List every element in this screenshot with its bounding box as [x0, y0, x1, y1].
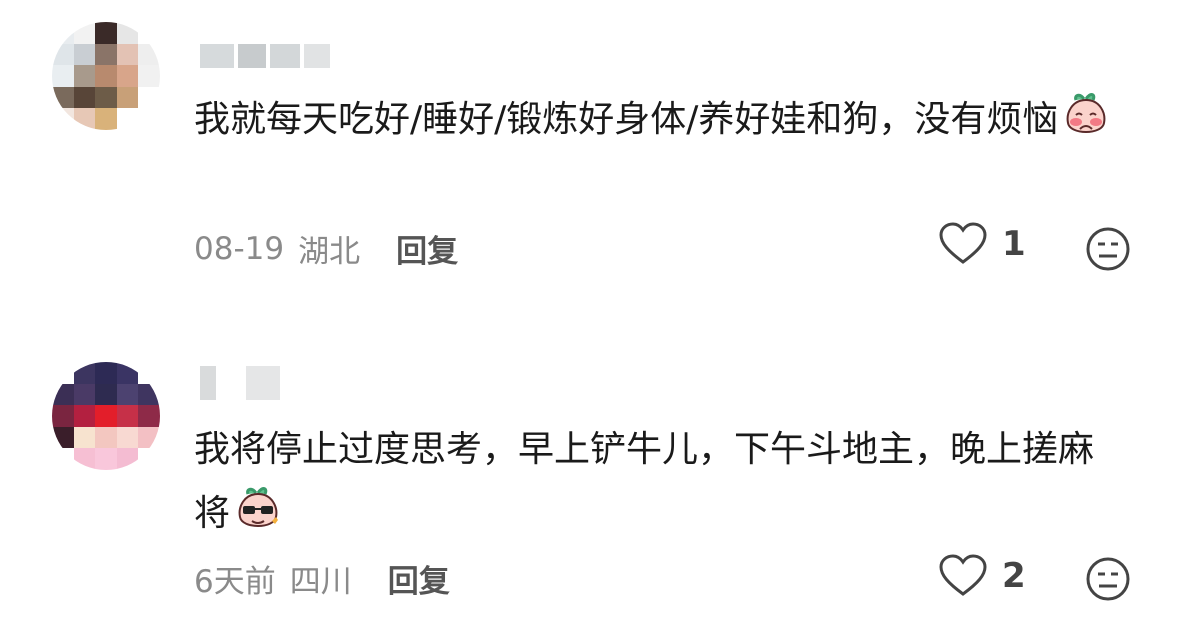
username-blurred[interactable] — [200, 366, 280, 400]
comment-text: 我就每天吃好/睡好/锻炼好身体/养好娃和狗，没有烦恼 — [194, 88, 1124, 152]
meh-face-icon[interactable] — [1085, 226, 1131, 272]
sunglasses-peach-emoji — [238, 487, 279, 527]
like-button[interactable]: 2 — [938, 554, 1026, 598]
comment-location: 四川 — [289, 564, 352, 600]
meh-face-icon[interactable] — [1085, 556, 1131, 602]
comment-text: 我将停止过度思考，早上铲牛儿，下午斗地主，晚上搓麻将 — [194, 418, 1124, 546]
avatar[interactable] — [52, 22, 160, 130]
comment-meta: 6天前 四川 回复 — [194, 556, 450, 601]
comment-meta: 08-19 湖北 回复 — [194, 226, 458, 271]
heart-outline-icon — [939, 554, 987, 596]
reply-button[interactable]: 回复 — [396, 226, 458, 271]
like-count: 1 — [1002, 224, 1026, 264]
comment-location: 湖北 — [298, 234, 361, 270]
like-count: 2 — [1002, 556, 1026, 596]
username-blurred[interactable] — [200, 44, 330, 68]
like-button[interactable]: 1 — [938, 222, 1026, 266]
reply-button[interactable]: 回复 — [388, 556, 450, 601]
comment-body: 我就每天吃好/睡好/锻炼好身体/养好娃和狗，没有烦恼 — [194, 99, 1059, 140]
blush-peach-emoji — [1067, 93, 1106, 133]
heart-outline-icon — [939, 222, 987, 264]
comment-body: 我将停止过度思考，早上铲牛儿，下午斗地主，晚上搓麻将 — [194, 429, 1095, 534]
comment-date: 08-19 — [194, 230, 285, 267]
avatar[interactable] — [52, 362, 160, 470]
comment-date: 6天前 — [194, 564, 276, 600]
